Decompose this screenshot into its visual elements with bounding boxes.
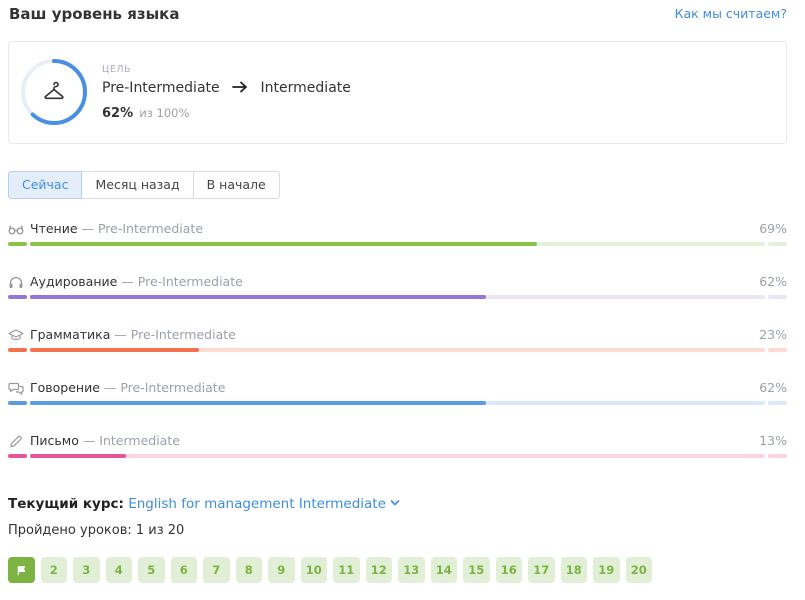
goal-to-level: Intermediate <box>260 80 351 96</box>
lesson-number[interactable]: 14 <box>430 557 457 583</box>
glasses-icon <box>8 225 24 235</box>
goal-from-level: Pre-Intermediate <box>102 80 220 96</box>
goal-percent: 62% <box>102 106 134 121</box>
skill-progress-fill <box>30 242 538 246</box>
goal-progress-text: 62% из 100% <box>102 106 189 121</box>
skill-level: — Pre-Intermediate <box>77 221 204 236</box>
course-selector[interactable]: English for management Intermediate <box>128 496 400 512</box>
skill-level: — Pre-Intermediate <box>99 380 226 395</box>
goal-progress-ring <box>20 58 88 126</box>
lesson-number[interactable]: 19 <box>593 557 620 583</box>
skill-name: Письмо <box>30 433 79 448</box>
lesson-number[interactable]: 10 <box>300 557 327 583</box>
how-we-count-link[interactable]: Как мы считаем? <box>675 6 787 21</box>
lesson-number[interactable]: 13 <box>398 557 425 583</box>
lesson-number[interactable]: 12 <box>365 557 392 583</box>
skill-progress-bar <box>30 295 765 299</box>
lesson-number[interactable]: 5 <box>138 557 165 583</box>
skill-listening: Аудирование — Pre-Intermediate 62% <box>8 274 787 315</box>
skill-progress-bar <box>30 454 765 458</box>
skill-writing: Письмо — Intermediate 13% <box>8 433 787 474</box>
lesson-number[interactable]: 7 <box>203 557 230 583</box>
skill-percent: 13% <box>759 433 787 448</box>
lesson-number[interactable]: 2 <box>40 557 67 583</box>
bar-start-segment <box>8 401 27 405</box>
lesson-number[interactable]: 15 <box>463 557 490 583</box>
header: Ваш уровень языка Как мы считаем? <box>9 0 787 30</box>
lesson-number[interactable]: 11 <box>333 557 360 583</box>
skill-percent: 69% <box>759 221 787 236</box>
pencil-icon <box>10 435 22 448</box>
skill-percent: 62% <box>759 380 787 395</box>
skill-name: Чтение <box>30 221 78 236</box>
bar-end-segment <box>768 454 787 458</box>
current-course: Текущий курс: English for management Int… <box>8 496 400 512</box>
hanger-icon <box>44 81 64 100</box>
skill-grammar: Грамматика — Pre-Intermediate 23% <box>8 327 787 368</box>
lesson-number[interactable]: 4 <box>105 557 132 583</box>
speech-bubbles-icon <box>8 382 24 395</box>
lesson-number[interactable]: 17 <box>528 557 555 583</box>
lesson-number[interactable]: 20 <box>625 557 652 583</box>
bar-start-segment <box>8 348 27 352</box>
skill-name: Грамматика <box>30 327 111 342</box>
bar-start-segment <box>8 295 27 299</box>
skill-progress-bar <box>30 348 765 352</box>
skill-speaking: Говорение — Pre-Intermediate 62% <box>8 380 787 421</box>
bar-start-segment <box>8 242 27 246</box>
lesson-number[interactable]: 3 <box>73 557 100 583</box>
skill-progress-fill <box>30 401 486 405</box>
lesson-number[interactable]: 9 <box>268 557 295 583</box>
skill-progress-fill <box>30 454 126 458</box>
skill-percent: 62% <box>759 274 787 289</box>
bar-end-segment <box>768 295 787 299</box>
period-tabs: Сейчас Месяц назад В начале <box>8 171 280 199</box>
lesson-list: 2 3 4 5 6 7 8 9 10 11 12 13 14 15 16 17 18 19 20 <box>8 557 652 583</box>
lessons-completed: Пройдено уроков: 1 из 20 <box>8 523 185 538</box>
lesson-current[interactable] <box>8 557 35 583</box>
skill-level: — Pre-Intermediate <box>117 274 243 289</box>
lesson-number[interactable]: 16 <box>495 557 522 583</box>
skill-name: Говорение <box>30 380 100 395</box>
tab-beginning[interactable]: В начале <box>192 171 280 199</box>
bar-end-segment <box>768 401 787 405</box>
skill-level: — Intermediate <box>78 433 180 448</box>
lesson-number[interactable]: 8 <box>235 557 262 583</box>
flag-icon <box>17 565 26 575</box>
skill-progress-fill <box>30 295 486 299</box>
skill-progress-fill <box>30 348 200 352</box>
tab-month-ago[interactable]: Месяц назад <box>81 171 194 199</box>
course-name[interactable]: English for management Intermediate <box>128 496 386 512</box>
page-title: Ваш уровень языка <box>9 5 180 23</box>
skill-level: — Pre-Intermediate <box>110 327 236 342</box>
lesson-number[interactable]: 6 <box>170 557 197 583</box>
goal-label: ЦЕЛЬ <box>102 64 132 75</box>
goal-of-total: из 100% <box>139 106 190 120</box>
bar-end-segment <box>768 242 787 246</box>
goal-card: ЦЕЛЬ Pre-Intermediate Intermediate 62% и… <box>8 41 787 144</box>
skill-percent: 23% <box>759 327 787 342</box>
skill-name: Аудирование <box>30 274 118 289</box>
goal-levels: Pre-Intermediate Intermediate <box>102 80 351 96</box>
bar-start-segment <box>8 454 27 458</box>
headphones-icon <box>9 276 23 288</box>
skill-progress-bar <box>30 242 765 246</box>
current-course-label: Текущий курс: <box>8 496 124 512</box>
skill-reading: Чтение — Pre-Intermediate 69% <box>8 221 787 262</box>
graduation-cap-icon <box>8 329 24 340</box>
skill-progress-bar <box>30 401 765 405</box>
bar-end-segment <box>768 348 787 352</box>
chevron-down-icon[interactable] <box>390 499 400 507</box>
lesson-number[interactable]: 18 <box>560 557 587 583</box>
tab-now[interactable]: Сейчас <box>8 171 83 199</box>
arrow-right-icon <box>232 81 247 93</box>
